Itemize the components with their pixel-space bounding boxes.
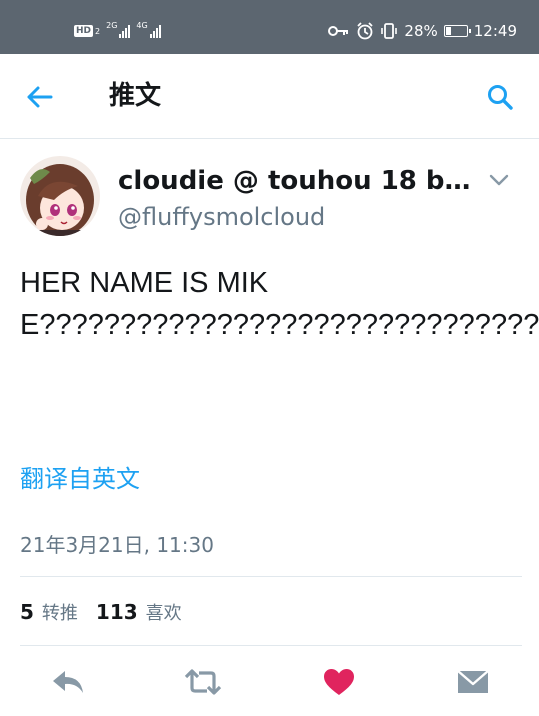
vibrate-icon <box>381 23 398 39</box>
display-name[interactable]: cloudie @ touhou 18 brai… <box>118 164 478 198</box>
heart-icon <box>324 669 354 695</box>
battery-icon <box>443 25 471 37</box>
search-button[interactable] <box>483 80 517 114</box>
status-bar: HD 2 2G 4G 28% 12:49 <box>0 0 539 54</box>
battery-percent: 28% <box>404 22 438 40</box>
status-left: HD 2 2G 4G <box>74 20 161 42</box>
more-options-button[interactable] <box>487 168 511 192</box>
back-arrow-icon <box>27 86 53 108</box>
reply-button[interactable] <box>48 662 88 702</box>
translate-link[interactable]: 翻译自英文 <box>20 462 140 496</box>
likes-label: 喜欢 <box>145 603 182 624</box>
signal-bars-icon-2 <box>149 24 161 38</box>
tweet-detail-screen: HD 2 2G 4G 28% 12:49 推文 cloudie @ touhou… <box>0 0 539 716</box>
hd-sub: 2 <box>95 26 101 36</box>
search-icon <box>488 85 513 110</box>
retweets-label: 转推 <box>41 603 78 624</box>
tweet-text: HER NAME IS MIKE????????????????????????… <box>20 267 539 341</box>
divider <box>20 645 522 646</box>
status-right: 28% 12:49 <box>328 20 517 42</box>
tweet-timestamp: 21年3月21日, 11:30 <box>20 533 214 557</box>
avatar-image <box>20 156 100 236</box>
alarm-icon <box>357 22 374 40</box>
retweet-button[interactable] <box>183 662 223 702</box>
user-handle[interactable]: @fluffysmolcloud <box>118 200 325 234</box>
like-button[interactable] <box>319 662 359 702</box>
avatar[interactable] <box>20 156 100 236</box>
key-icon <box>328 26 349 36</box>
divider <box>20 576 522 577</box>
envelope-icon <box>457 670 489 693</box>
hd-badge: HD <box>74 25 94 37</box>
likes-count: 113 <box>95 600 138 624</box>
app-header: 推文 <box>0 54 539 139</box>
back-button[interactable] <box>22 80 56 114</box>
signal-bars-icon <box>119 24 131 38</box>
tweet-stats: 5 转推 113 喜欢 <box>20 596 200 628</box>
chevron-down-icon <box>489 174 509 186</box>
retweet-icon <box>184 669 222 695</box>
retweets-stat[interactable]: 5 转推 <box>20 599 78 625</box>
clock: 12:49 <box>473 22 517 40</box>
direct-message-button[interactable] <box>453 662 493 702</box>
network-type-2: 4G <box>136 20 148 30</box>
page-title: 推文 <box>109 81 162 111</box>
likes-stat[interactable]: 113 喜欢 <box>96 599 182 625</box>
reply-icon <box>53 671 83 693</box>
retweets-count: 5 <box>20 600 34 624</box>
network-type-1: 2G <box>106 20 118 30</box>
